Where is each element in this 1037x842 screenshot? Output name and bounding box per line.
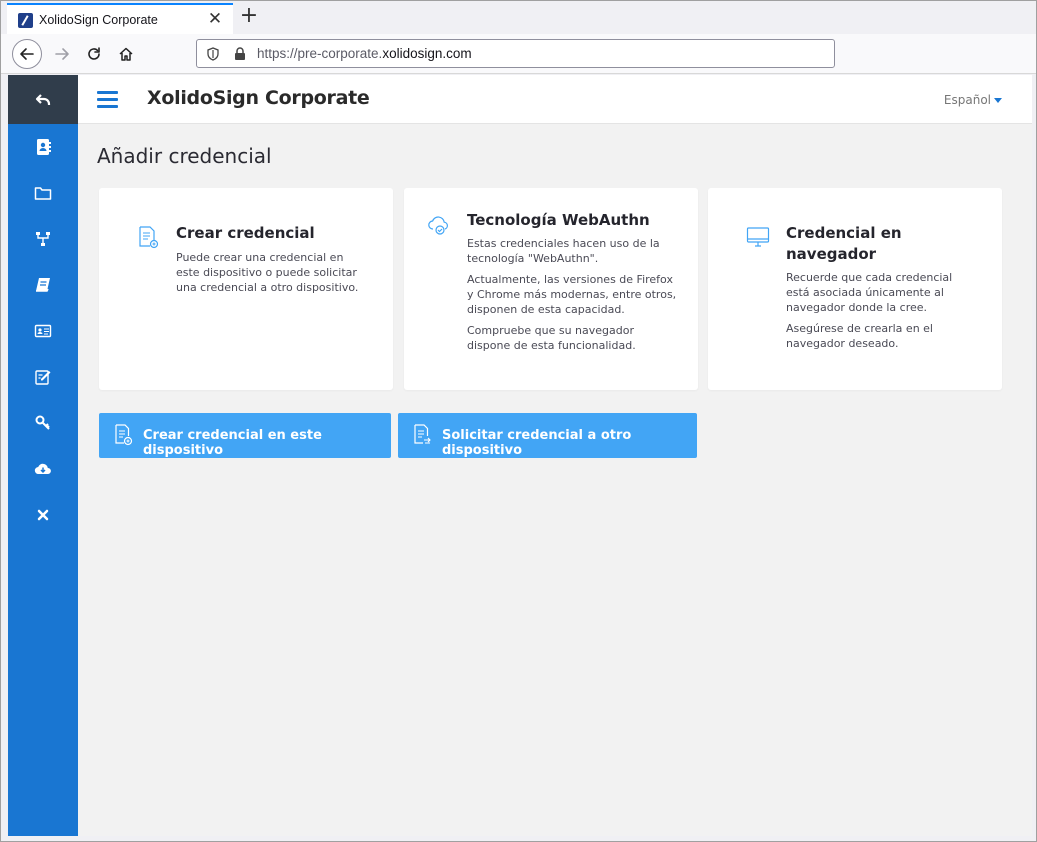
- edit-icon: [35, 370, 51, 385]
- document-add-icon: [139, 226, 159, 249]
- sidebar: [8, 75, 78, 836]
- card-paragraph: Asegúrese de crearla en el navegador des…: [786, 322, 933, 350]
- card-title: Tecnología WebAuthn: [467, 211, 650, 229]
- sidebar-item-hierarchy[interactable]: [8, 216, 78, 262]
- request-credential-other-label: Solicitar credencial a otro dispositivo: [442, 428, 632, 458]
- cloud-download-icon: [34, 463, 51, 475]
- create-credential-here-button[interactable]: Crear credencial en este dispositivo: [99, 413, 391, 458]
- url-prefix: https://pre-corporate.: [257, 46, 383, 61]
- page-title: Añadir credencial: [97, 144, 272, 168]
- back-arrow-icon: [20, 48, 34, 60]
- sidebar-item-keys[interactable]: [8, 400, 78, 446]
- card-paragraph: Compruebe que su navegador dispone de es…: [467, 324, 636, 352]
- tab-close-icon[interactable]: ✕: [205, 9, 225, 29]
- folder-icon: [34, 187, 52, 200]
- card-paragraph: Recuerde que cada credencial está asocia…: [786, 271, 953, 314]
- contacts-book-icon: [37, 139, 51, 155]
- card-paragraph: Actualmente, las versiones de Firefox y …: [467, 273, 677, 316]
- key-icon: [35, 415, 50, 430]
- card-browser-credential: Credencial en navegador Recuerde que cad…: [708, 188, 1002, 390]
- create-credential-here-label: Crear credencial en este dispositivo: [143, 428, 322, 458]
- language-label: Español: [943, 93, 991, 107]
- card-description: Estas credenciales hacen uso de la tecno…: [467, 236, 679, 359]
- app-title: XolidoSign Corporate: [147, 87, 370, 109]
- back-button[interactable]: [12, 39, 42, 69]
- navigation-bar: https://pre-corporate.xolidosign.com: [1, 34, 1036, 74]
- sidebar-item-download[interactable]: [8, 446, 78, 492]
- menu-icon[interactable]: [97, 91, 118, 109]
- url-text: https://pre-corporate.xolidosign.com: [257, 46, 472, 61]
- card-description: Puede crear una credencial en este dispo…: [176, 250, 361, 301]
- forward-arrow-icon: [55, 48, 69, 60]
- app-header: XolidoSign Corporate Español: [78, 75, 1032, 124]
- request-credential-other-button[interactable]: Solicitar credencial a otro dispositivo: [398, 413, 697, 458]
- xolidosign-favicon-icon: [18, 13, 33, 28]
- reload-button[interactable]: [79, 39, 109, 69]
- browser-window: XolidoSign Corporate ✕ + https://pre-cor…: [0, 0, 1037, 842]
- language-selector[interactable]: Español: [944, 93, 1002, 107]
- sidebar-item-id-card[interactable]: [8, 308, 78, 354]
- new-tab-button[interactable]: +: [237, 5, 261, 29]
- card-create-credential: Crear credencial Puede crear una credenc…: [99, 188, 393, 390]
- tab-title: XolidoSign Corporate: [39, 13, 158, 27]
- url-domain: xolidosign.com: [382, 46, 472, 61]
- app-content: XolidoSign Corporate Español Añadir cred…: [78, 75, 1032, 836]
- document-share-icon: [414, 424, 431, 444]
- monitor-icon: [746, 227, 770, 247]
- card-description: Recuerde que cada credencial está asocia…: [786, 270, 976, 357]
- sidebar-item-folders[interactable]: [8, 170, 78, 216]
- hierarchy-icon: [36, 232, 50, 246]
- sidebar-item-contacts[interactable]: [8, 124, 78, 170]
- back-arrow-icon: [35, 93, 51, 105]
- lock-icon[interactable]: [234, 47, 246, 61]
- sidebar-item-edit[interactable]: [8, 354, 78, 400]
- tracking-shield-icon[interactable]: [207, 47, 219, 61]
- book-icon: [36, 278, 50, 292]
- reload-icon: [88, 47, 100, 60]
- card-paragraph: Estas credenciales hacen uso de la tecno…: [467, 237, 660, 265]
- tab-strip: XolidoSign Corporate ✕ +: [1, 1, 1036, 34]
- id-card-icon: [34, 324, 52, 338]
- browser-tab[interactable]: XolidoSign Corporate ✕: [7, 3, 233, 34]
- home-icon: [119, 47, 133, 61]
- card-title: Crear credencial: [176, 224, 315, 242]
- home-button[interactable]: [111, 39, 141, 69]
- sidebar-item-book[interactable]: [8, 262, 78, 308]
- sidebar-item-back[interactable]: [8, 75, 78, 124]
- forward-button[interactable]: [47, 39, 77, 69]
- card-title: Credencial en navegador: [786, 224, 902, 263]
- document-add-icon: [115, 424, 133, 446]
- caret-down-icon: [994, 98, 1002, 103]
- card-webauthn: Tecnología WebAuthn Estas credenciales h…: [404, 188, 698, 390]
- card-paragraph: Puede crear una credencial en este dispo…: [176, 251, 359, 294]
- close-icon: [37, 509, 49, 521]
- cloud-check-icon: [428, 216, 448, 235]
- address-bar[interactable]: https://pre-corporate.xolidosign.com: [196, 39, 835, 68]
- sidebar-item-close[interactable]: [8, 492, 78, 538]
